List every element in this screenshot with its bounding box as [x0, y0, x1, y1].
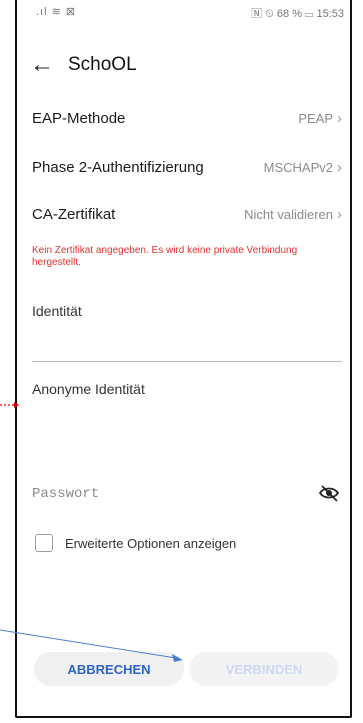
- identity-label: Identität: [32, 303, 82, 319]
- cancel-button[interactable]: ABBRECHEN: [34, 652, 184, 686]
- eap-method-row[interactable]: EAP-Methode PEAP ›: [32, 96, 342, 140]
- password-input[interactable]: Passwort: [32, 486, 99, 502]
- anonymous-identity-input[interactable]: [32, 400, 342, 440]
- chevron-right-icon: ›: [337, 158, 342, 176]
- status-icons-right: 🄽 ⏲ 68 % ▭ 15:53: [251, 8, 344, 20]
- identity-input[interactable]: [32, 322, 342, 360]
- app-header: ← SchoOL: [30, 48, 137, 82]
- advanced-options-label: Erweiterte Optionen anzeigen: [65, 535, 237, 551]
- connect-button[interactable]: VERBINDEN: [189, 652, 339, 686]
- ca-certificate-row[interactable]: CA-Zertifikat Nicht validieren ›: [32, 192, 342, 236]
- identity-underline: [32, 361, 342, 362]
- anonymous-identity-label: Anonyme Identität: [32, 381, 145, 397]
- ca-certificate-label: CA-Zertifikat: [32, 205, 116, 223]
- advanced-options-checkbox[interactable]: [35, 534, 53, 552]
- phase2-auth-label: Phase 2-Authentifizierung: [32, 158, 204, 176]
- eye-off-icon[interactable]: [318, 482, 340, 504]
- certificate-warning: Kein Zertifikat angegeben. Es wird keine…: [32, 245, 298, 268]
- phase2-auth-value: MSCHAPv2: [263, 159, 333, 175]
- eap-method-label: EAP-Methode: [32, 109, 126, 127]
- chevron-right-icon: ›: [337, 205, 342, 223]
- advanced-options-row[interactable]: Erweiterte Optionen anzeigen: [35, 534, 236, 552]
- chevron-right-icon: ›: [337, 109, 342, 127]
- ca-certificate-value: Nicht validieren: [244, 206, 333, 222]
- status-bar: .ıl ≋ ⊠ 🄽 ⏲ 68 % ▭ 15:53: [18, 0, 348, 22]
- back-arrow-icon[interactable]: ←: [30, 51, 56, 79]
- phase2-auth-row[interactable]: Phase 2-Authentifizierung MSCHAPv2 ›: [32, 145, 342, 189]
- status-icons-left: .ıl ≋ ⊠: [36, 6, 77, 18]
- page-title: SchoOL: [68, 54, 137, 75]
- eap-method-value: PEAP: [298, 110, 333, 126]
